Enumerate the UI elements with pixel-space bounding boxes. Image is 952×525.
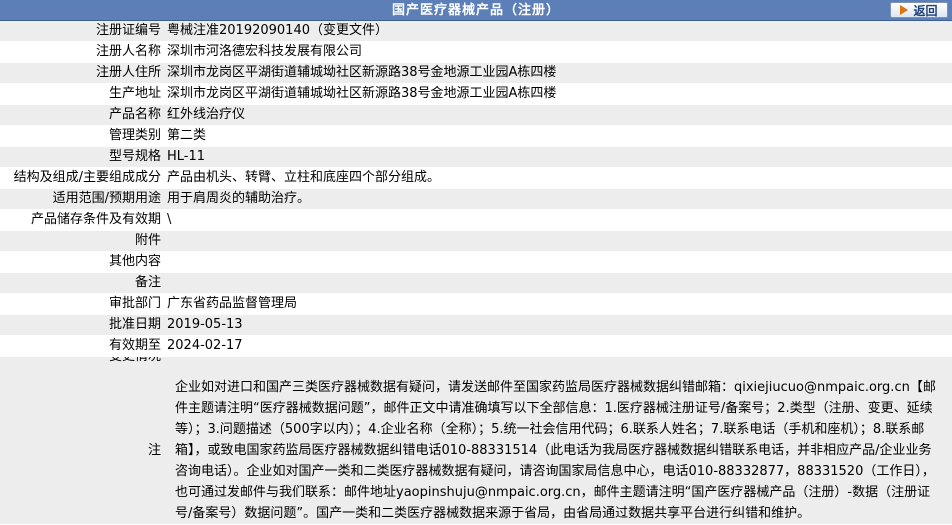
field-label: 备注 bbox=[0, 272, 164, 294]
field-label: 变更情况 bbox=[3, 357, 161, 367]
row-valid-until: 有效期至 2024-02-17 bbox=[0, 335, 952, 357]
field-value: 深圳市河洛德宏科技发展有限公司 bbox=[164, 41, 952, 63]
field-value bbox=[164, 230, 952, 252]
row-remarks: 备注 bbox=[0, 272, 952, 294]
row-production-address: 生产地址 深圳市龙岗区平湖街道辅城坳社区新源路38号金地源工业园A栋四楼 bbox=[0, 83, 952, 105]
field-label: 注册人名称 bbox=[0, 41, 164, 63]
field-value: 粤械注准20192090140（变更文件） bbox=[164, 21, 952, 42]
note-label: 注 bbox=[147, 442, 161, 458]
field-label: 有效期至 bbox=[0, 335, 164, 357]
field-value: HL-11 bbox=[164, 146, 952, 168]
field-label: 管理类别 bbox=[0, 125, 164, 147]
row-approval-department: 审批部门 广东省药品监督管理局 bbox=[0, 293, 952, 315]
field-label: 其他内容 bbox=[0, 251, 164, 273]
back-button-label: 返回 bbox=[913, 3, 938, 18]
field-value: 用于肩周炎的辅助治疗。 bbox=[164, 188, 952, 210]
row-registrant-address: 注册人住所 深圳市龙岗区平湖街道辅城坳社区新源路38号金地源工业园A栋四楼 bbox=[0, 62, 952, 84]
field-label: 结构及组成/主要组成成分 bbox=[0, 167, 164, 189]
field-label: 产品名称 bbox=[0, 104, 164, 126]
row-registrant-name: 注册人名称 深圳市河洛德宏科技发展有限公司 bbox=[0, 41, 952, 63]
row-storage-validity: 产品储存条件及有效期 \ bbox=[0, 209, 952, 231]
field-value: 2019-05-13 bbox=[164, 314, 952, 336]
field-label: 注册人住所 bbox=[0, 62, 164, 84]
page-title: 国产医疗器械产品（注册） bbox=[391, 3, 560, 18]
field-label: 适用范围/预期用途 bbox=[0, 188, 164, 210]
row-other-content: 其他内容 bbox=[0, 251, 952, 273]
note-text: 企业如对进口和国产三类医疗器械数据有疑问，请发送邮件至国家药监局医疗器械数据纠错… bbox=[175, 380, 936, 521]
note-cell: 企业如对进口和国产三类医疗器械数据有疑问，请发送邮件至国家药监局医疗器械数据纠错… bbox=[164, 356, 952, 525]
row-structure-composition: 结构及组成/主要组成成分 产品由机头、转臂、立柱和底座四个部分组成。 bbox=[0, 167, 952, 189]
back-button[interactable]: 返回 bbox=[890, 2, 948, 18]
note-label-cell: 变更情况 注 bbox=[0, 356, 164, 525]
field-label: 注册证编号 bbox=[0, 21, 164, 42]
field-label: 批准日期 bbox=[0, 314, 164, 336]
field-label: 产品储存条件及有效期 bbox=[0, 209, 164, 231]
field-value: 红外线治疗仪 bbox=[164, 104, 952, 126]
row-approval-date: 批准日期 2019-05-13 bbox=[0, 314, 952, 336]
arrow-right-icon bbox=[900, 5, 909, 15]
field-value: 广东省药品监督管理局 bbox=[164, 293, 952, 315]
field-value: 深圳市龙岗区平湖街道辅城坳社区新源路38号金地源工业园A栋四楼 bbox=[164, 62, 952, 84]
row-intended-use: 适用范围/预期用途 用于肩周炎的辅助治疗。 bbox=[0, 188, 952, 210]
field-value: \ bbox=[164, 209, 952, 231]
row-management-category: 管理类别 第二类 bbox=[0, 125, 952, 147]
field-value: 第二类 bbox=[164, 125, 952, 147]
field-value: 深圳市龙岗区平湖街道辅城坳社区新源路38号金地源工业园A栋四楼 bbox=[164, 83, 952, 105]
field-value: 产品由机头、转臂、立柱和底座四个部分组成。 bbox=[164, 167, 952, 189]
row-model-spec: 型号规格 HL-11 bbox=[0, 146, 952, 168]
field-value bbox=[164, 272, 952, 294]
product-info-table: 注册证编号 粤械注准20192090140（变更文件） 注册人名称 深圳市河洛德… bbox=[0, 21, 952, 525]
field-label: 审批部门 bbox=[0, 293, 164, 315]
page-header: 国产医疗器械产品（注册） 返回 bbox=[0, 0, 952, 21]
field-value bbox=[164, 251, 952, 273]
field-label: 生产地址 bbox=[0, 83, 164, 105]
field-label: 型号规格 bbox=[0, 146, 164, 168]
row-product-name: 产品名称 红外线治疗仪 bbox=[0, 104, 952, 126]
field-value: 2024-02-17 bbox=[164, 335, 952, 357]
field-label: 附件 bbox=[0, 230, 164, 252]
row-attachments: 附件 bbox=[0, 230, 952, 252]
row-registration-number: 注册证编号 粤械注准20192090140（变更文件） bbox=[0, 21, 952, 42]
row-change-and-note: 变更情况 注 企业如对进口和国产三类医疗器械数据有疑问，请发送邮件至国家药监局医… bbox=[0, 356, 952, 525]
